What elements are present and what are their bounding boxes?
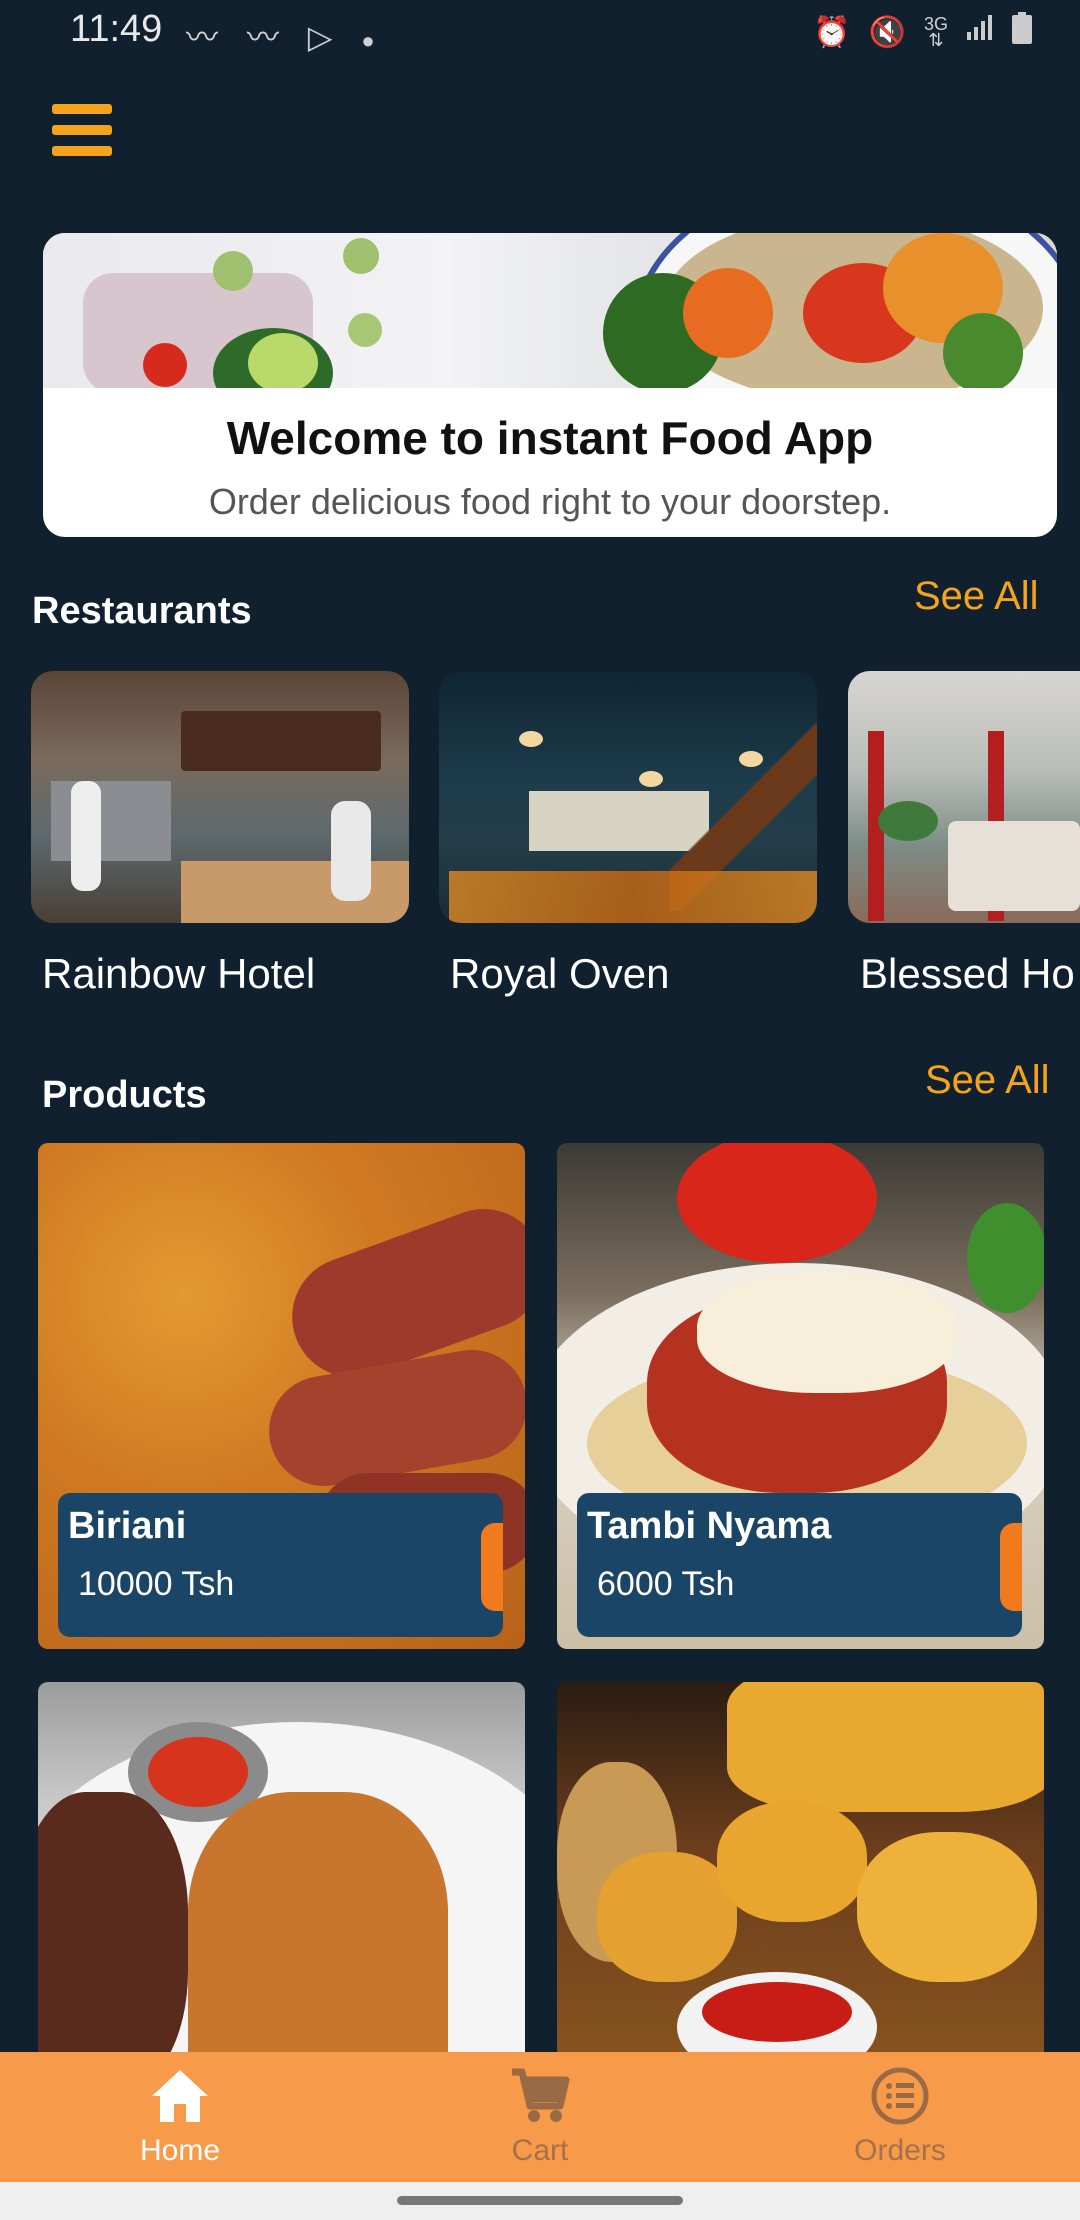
products-see-all-link[interactable]: See All [925, 1058, 1050, 1103]
product-price: 6000 Tsh [597, 1565, 735, 1603]
welcome-subtitle: Order delicious food right to your doors… [208, 481, 892, 522]
welcome-card: Welcome to instant Food App Order delici… [43, 233, 1057, 537]
status-right-icons: ⏰ 🔇 3G ⇅ [813, 12, 1032, 52]
product-info-panel: Biriani 10000 Tsh [58, 1493, 503, 1637]
waveform-icon: 〰 [186, 19, 229, 55]
dot-icon: ● [361, 28, 385, 53]
product-card[interactable] [38, 1682, 525, 2082]
product-add-handle[interactable] [1000, 1523, 1022, 1611]
restaurant-name[interactable]: Royal Oven [450, 950, 669, 998]
mute-icon: 🔇 [868, 15, 906, 49]
status-bar: 11:49 〰 〰 ▷ ● ⏰ 🔇 3G ⇅ [0, 0, 1080, 64]
product-name: Biriani [68, 1505, 187, 1547]
alarm-icon: ⏰ [813, 15, 851, 49]
product-price: 10000 Tsh [78, 1565, 235, 1603]
orders-list-icon [871, 2067, 929, 2125]
battery-icon [1012, 12, 1032, 52]
play-store-icon: ▷ [307, 19, 343, 55]
cart-icon [512, 2068, 570, 2122]
product-card[interactable]: Tambi Nyama 6000 Tsh [557, 1143, 1044, 1649]
welcome-banner-image [43, 233, 1057, 388]
signal-icon [966, 14, 994, 50]
product-add-handle[interactable] [481, 1523, 503, 1611]
product-name: Tambi Nyama [587, 1505, 832, 1547]
hamburger-menu-icon[interactable] [52, 104, 112, 156]
bottom-navigation-bar: Home Cart Orders [0, 2052, 1080, 2182]
menu-bar [52, 104, 112, 114]
nav-cart[interactable]: Cart [360, 2052, 720, 2182]
product-info-panel: Tambi Nyama 6000 Tsh [577, 1493, 1022, 1637]
restaurants-title: Restaurants [32, 590, 252, 632]
nav-label: Home [139, 2134, 221, 2167]
waveform-icon: 〰 [246, 19, 289, 55]
menu-bar [52, 125, 112, 135]
network-3g-icon: 3G ⇅ [923, 14, 948, 50]
nav-label: Orders [854, 2134, 946, 2167]
restaurant-card-image[interactable] [31, 671, 409, 923]
products-title: Products [42, 1074, 207, 1116]
restaurant-card-image[interactable] [439, 671, 817, 923]
home-icon [152, 2070, 208, 2122]
nav-home[interactable]: Home [0, 2052, 360, 2182]
nav-label: Cart [511, 2134, 569, 2167]
welcome-title: Welcome to instant Food App [226, 412, 874, 464]
restaurants-see-all-link[interactable]: See All [914, 574, 1039, 619]
menu-bar [52, 146, 112, 156]
restaurant-name[interactable]: Blessed Ho [860, 950, 1080, 998]
nav-orders[interactable]: Orders [720, 2052, 1080, 2182]
status-time: 11:49 [70, 8, 163, 50]
product-card[interactable] [557, 1682, 1044, 2082]
restaurant-card-image[interactable] [848, 671, 1080, 923]
product-card[interactable]: Biriani 10000 Tsh [38, 1143, 525, 1649]
gesture-handle[interactable] [397, 2196, 683, 2205]
restaurant-name[interactable]: Rainbow Hotel [42, 950, 315, 998]
status-left-icons: 〰 〰 ▷ ● [186, 12, 385, 58]
